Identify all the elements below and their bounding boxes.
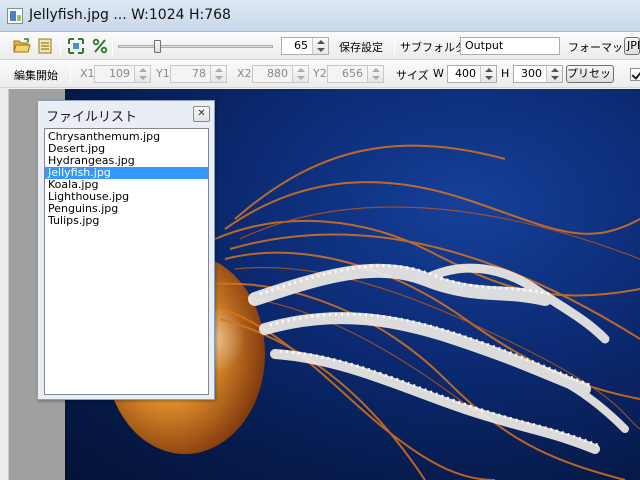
- file-list-panel: ファイルリスト ✕ Chrysanthemum.jpg Desert.jpg Hyd…: [37, 100, 215, 400]
- quality-slider[interactable]: [118, 40, 273, 53]
- list-button[interactable]: [35, 36, 55, 56]
- spinner-arrows[interactable]: [367, 66, 383, 82]
- size-label: サイズ: [396, 69, 429, 82]
- width-value: 400: [455, 67, 476, 80]
- y1-value: 78: [192, 67, 206, 80]
- edit-start-label[interactable]: 編集開始: [14, 67, 58, 83]
- x1-spinner[interactable]: 109: [94, 65, 151, 83]
- x2-value: 880: [267, 67, 288, 80]
- spinner-arrows[interactable]: [292, 66, 308, 82]
- format-select[interactable]: JPEG: [624, 37, 640, 55]
- slider-rail: [118, 45, 273, 48]
- main-toolbar: 65 保存設定 サブフォルダ Output フォーマット JPEG: [0, 32, 640, 60]
- app-icon: [7, 8, 23, 24]
- h-label: H: [501, 67, 510, 80]
- preset-button[interactable]: プリセット: [566, 65, 614, 83]
- y2-value: 656: [342, 67, 363, 80]
- option-checkbox[interactable]: [630, 68, 640, 81]
- file-list[interactable]: Chrysanthemum.jpg Desert.jpg Hydrangeas.jp…: [44, 128, 209, 395]
- x1-value: 109: [109, 67, 130, 80]
- left-strip: [0, 89, 9, 480]
- toolbar-separator: [70, 65, 71, 83]
- spinner-arrows[interactable]: [312, 38, 328, 54]
- spinner-arrows[interactable]: [134, 66, 150, 82]
- quality-spinner[interactable]: 65: [281, 37, 329, 55]
- subfolder-label: サブフォルダ: [400, 41, 466, 54]
- y2-spinner[interactable]: 656: [327, 65, 384, 83]
- width-spinner[interactable]: 400: [447, 65, 497, 83]
- close-icon: ✕: [197, 108, 206, 119]
- x2-label: X2: [237, 67, 252, 80]
- slider-thumb[interactable]: [154, 40, 161, 53]
- y1-label: Y1: [156, 67, 170, 80]
- height-value: 300: [521, 67, 542, 80]
- toolbar-separator: [112, 37, 113, 55]
- open-folder-button[interactable]: [12, 36, 32, 56]
- title-bar: Jellyfish.jpg ... W:1024 H:768: [0, 0, 640, 32]
- spinner-arrows[interactable]: [210, 66, 226, 82]
- w-label: W: [433, 67, 444, 80]
- spinner-arrows[interactable]: [546, 66, 562, 82]
- spinner-arrows[interactable]: [480, 66, 496, 82]
- toolbar-separator: [394, 37, 395, 55]
- edit-toolbar: 編集開始 X1 109 Y1 78 X2 880 Y2 656 サイズ W 40…: [0, 60, 640, 88]
- zoom-percent-button[interactable]: [90, 36, 110, 56]
- folder-open-icon: [13, 38, 31, 53]
- subfolder-input[interactable]: Output: [460, 37, 560, 55]
- list-icon: [38, 38, 52, 54]
- y1-spinner[interactable]: 78: [170, 65, 227, 83]
- toolbar-separator: [60, 37, 61, 55]
- height-spinner[interactable]: 300: [513, 65, 563, 83]
- fit-to-window-icon: [68, 38, 84, 54]
- panel-title: ファイルリスト: [46, 110, 138, 125]
- y2-label: Y2: [313, 67, 327, 80]
- quality-value: 65: [294, 39, 308, 52]
- percent-icon: [92, 38, 108, 54]
- x2-spinner[interactable]: 880: [252, 65, 309, 83]
- file-list-item[interactable]: Tulips.jpg: [45, 215, 208, 227]
- save-settings-label[interactable]: 保存設定: [339, 39, 383, 55]
- window-title: Jellyfish.jpg ... W:1024 H:768: [29, 7, 231, 23]
- fit-button[interactable]: [66, 36, 86, 56]
- panel-close-button[interactable]: ✕: [193, 106, 210, 122]
- x1-label: X1: [80, 67, 95, 80]
